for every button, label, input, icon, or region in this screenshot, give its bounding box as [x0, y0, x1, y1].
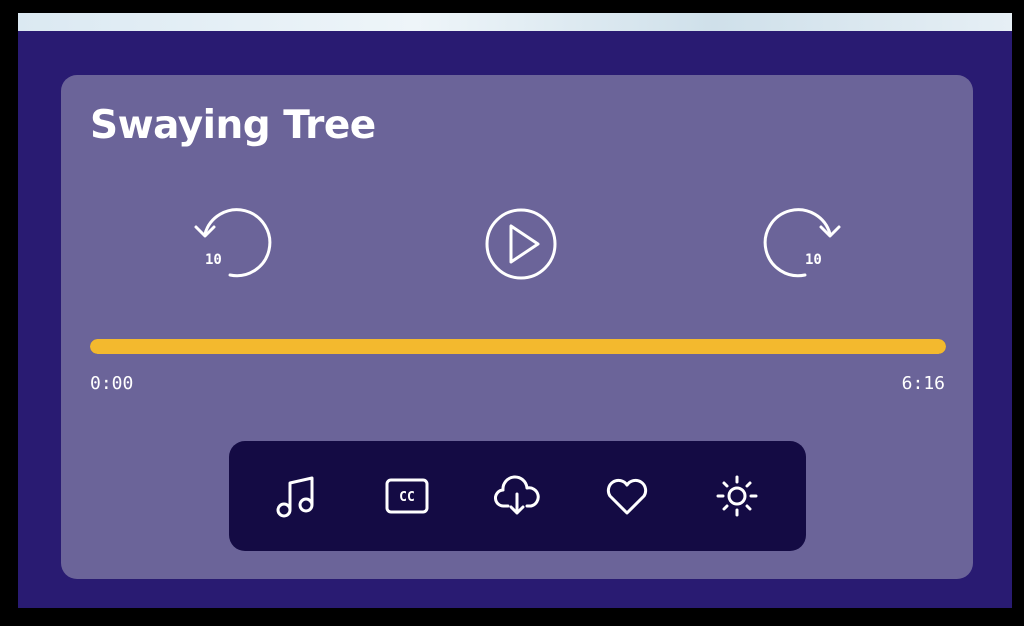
rewind-icon: [194, 208, 272, 278]
music-note-icon: [276, 476, 314, 518]
track-title: Swaying Tree: [90, 103, 376, 148]
player-card: Swaying Tree 10 10 0:00 6:16 CC: [61, 75, 973, 579]
like-button[interactable]: [600, 469, 654, 523]
brightness-icon: [716, 475, 758, 517]
rewind-seconds-label: 10: [205, 252, 222, 268]
player-toolbar: CC: [229, 441, 806, 551]
forward-icon: [763, 208, 841, 278]
download-button[interactable]: [490, 469, 544, 523]
background-image-strip: [18, 13, 1012, 31]
heart-icon: [606, 478, 648, 515]
forward-10-button[interactable]: 10: [761, 203, 843, 285]
play-button[interactable]: [476, 199, 566, 289]
progress-fill: [90, 339, 946, 354]
cc-label: CC: [399, 490, 415, 505]
total-time: 6:16: [901, 373, 945, 394]
cloud-download-icon: [494, 475, 540, 515]
brightness-button[interactable]: [710, 469, 764, 523]
play-icon: [485, 208, 557, 280]
closed-captions-icon: CC: [385, 478, 429, 514]
music-button[interactable]: [271, 469, 325, 523]
closed-captions-button[interactable]: CC: [380, 469, 434, 523]
current-time: 0:00: [90, 373, 134, 394]
player-window: Swaying Tree 10 10 0:00 6:16 CC: [18, 13, 1012, 608]
rewind-10-button[interactable]: 10: [192, 203, 274, 285]
progress-bar[interactable]: [90, 339, 946, 354]
forward-seconds-label: 10: [805, 252, 822, 268]
